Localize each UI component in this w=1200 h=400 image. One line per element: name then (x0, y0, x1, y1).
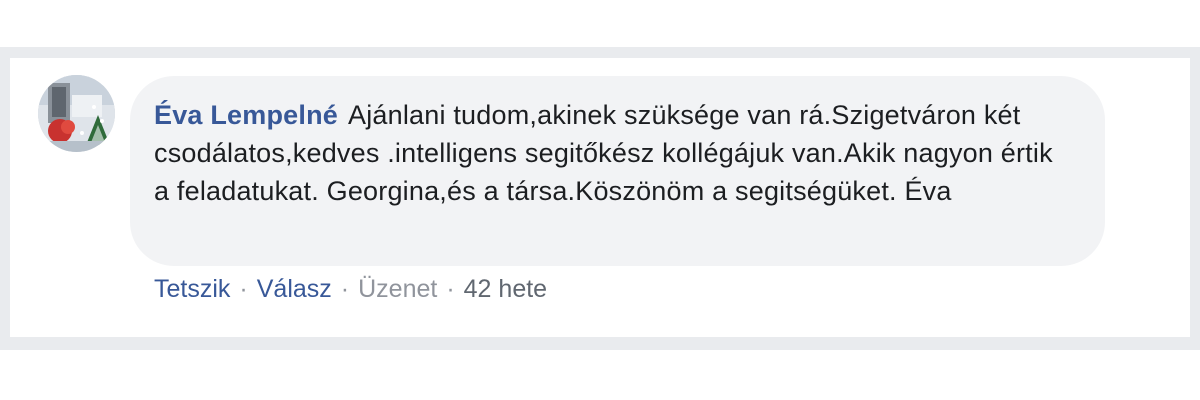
separator-dot: · (446, 275, 455, 303)
comment-actions: Tetszik · Válasz · Üzenet · 42 hete (154, 272, 547, 306)
separator-dot: · (340, 275, 350, 303)
avatar-photo-icon (38, 75, 115, 152)
timestamp[interactable]: 42 hete (464, 275, 547, 303)
comment-bubble: Éva Lempelné Ajánlani tudom,akinek szüksé… (130, 76, 1105, 266)
like-link[interactable]: Tetszik (154, 275, 230, 303)
reply-link[interactable]: Válasz (257, 275, 332, 303)
author-name-link[interactable]: Éva Lempelné (154, 100, 338, 130)
comment-body: Éva Lempelné Ajánlani tudom,akinek szüksé… (154, 96, 1054, 210)
avatar[interactable] (38, 75, 115, 152)
separator-dot: · (239, 275, 248, 303)
message-link[interactable]: Üzenet (358, 275, 437, 303)
